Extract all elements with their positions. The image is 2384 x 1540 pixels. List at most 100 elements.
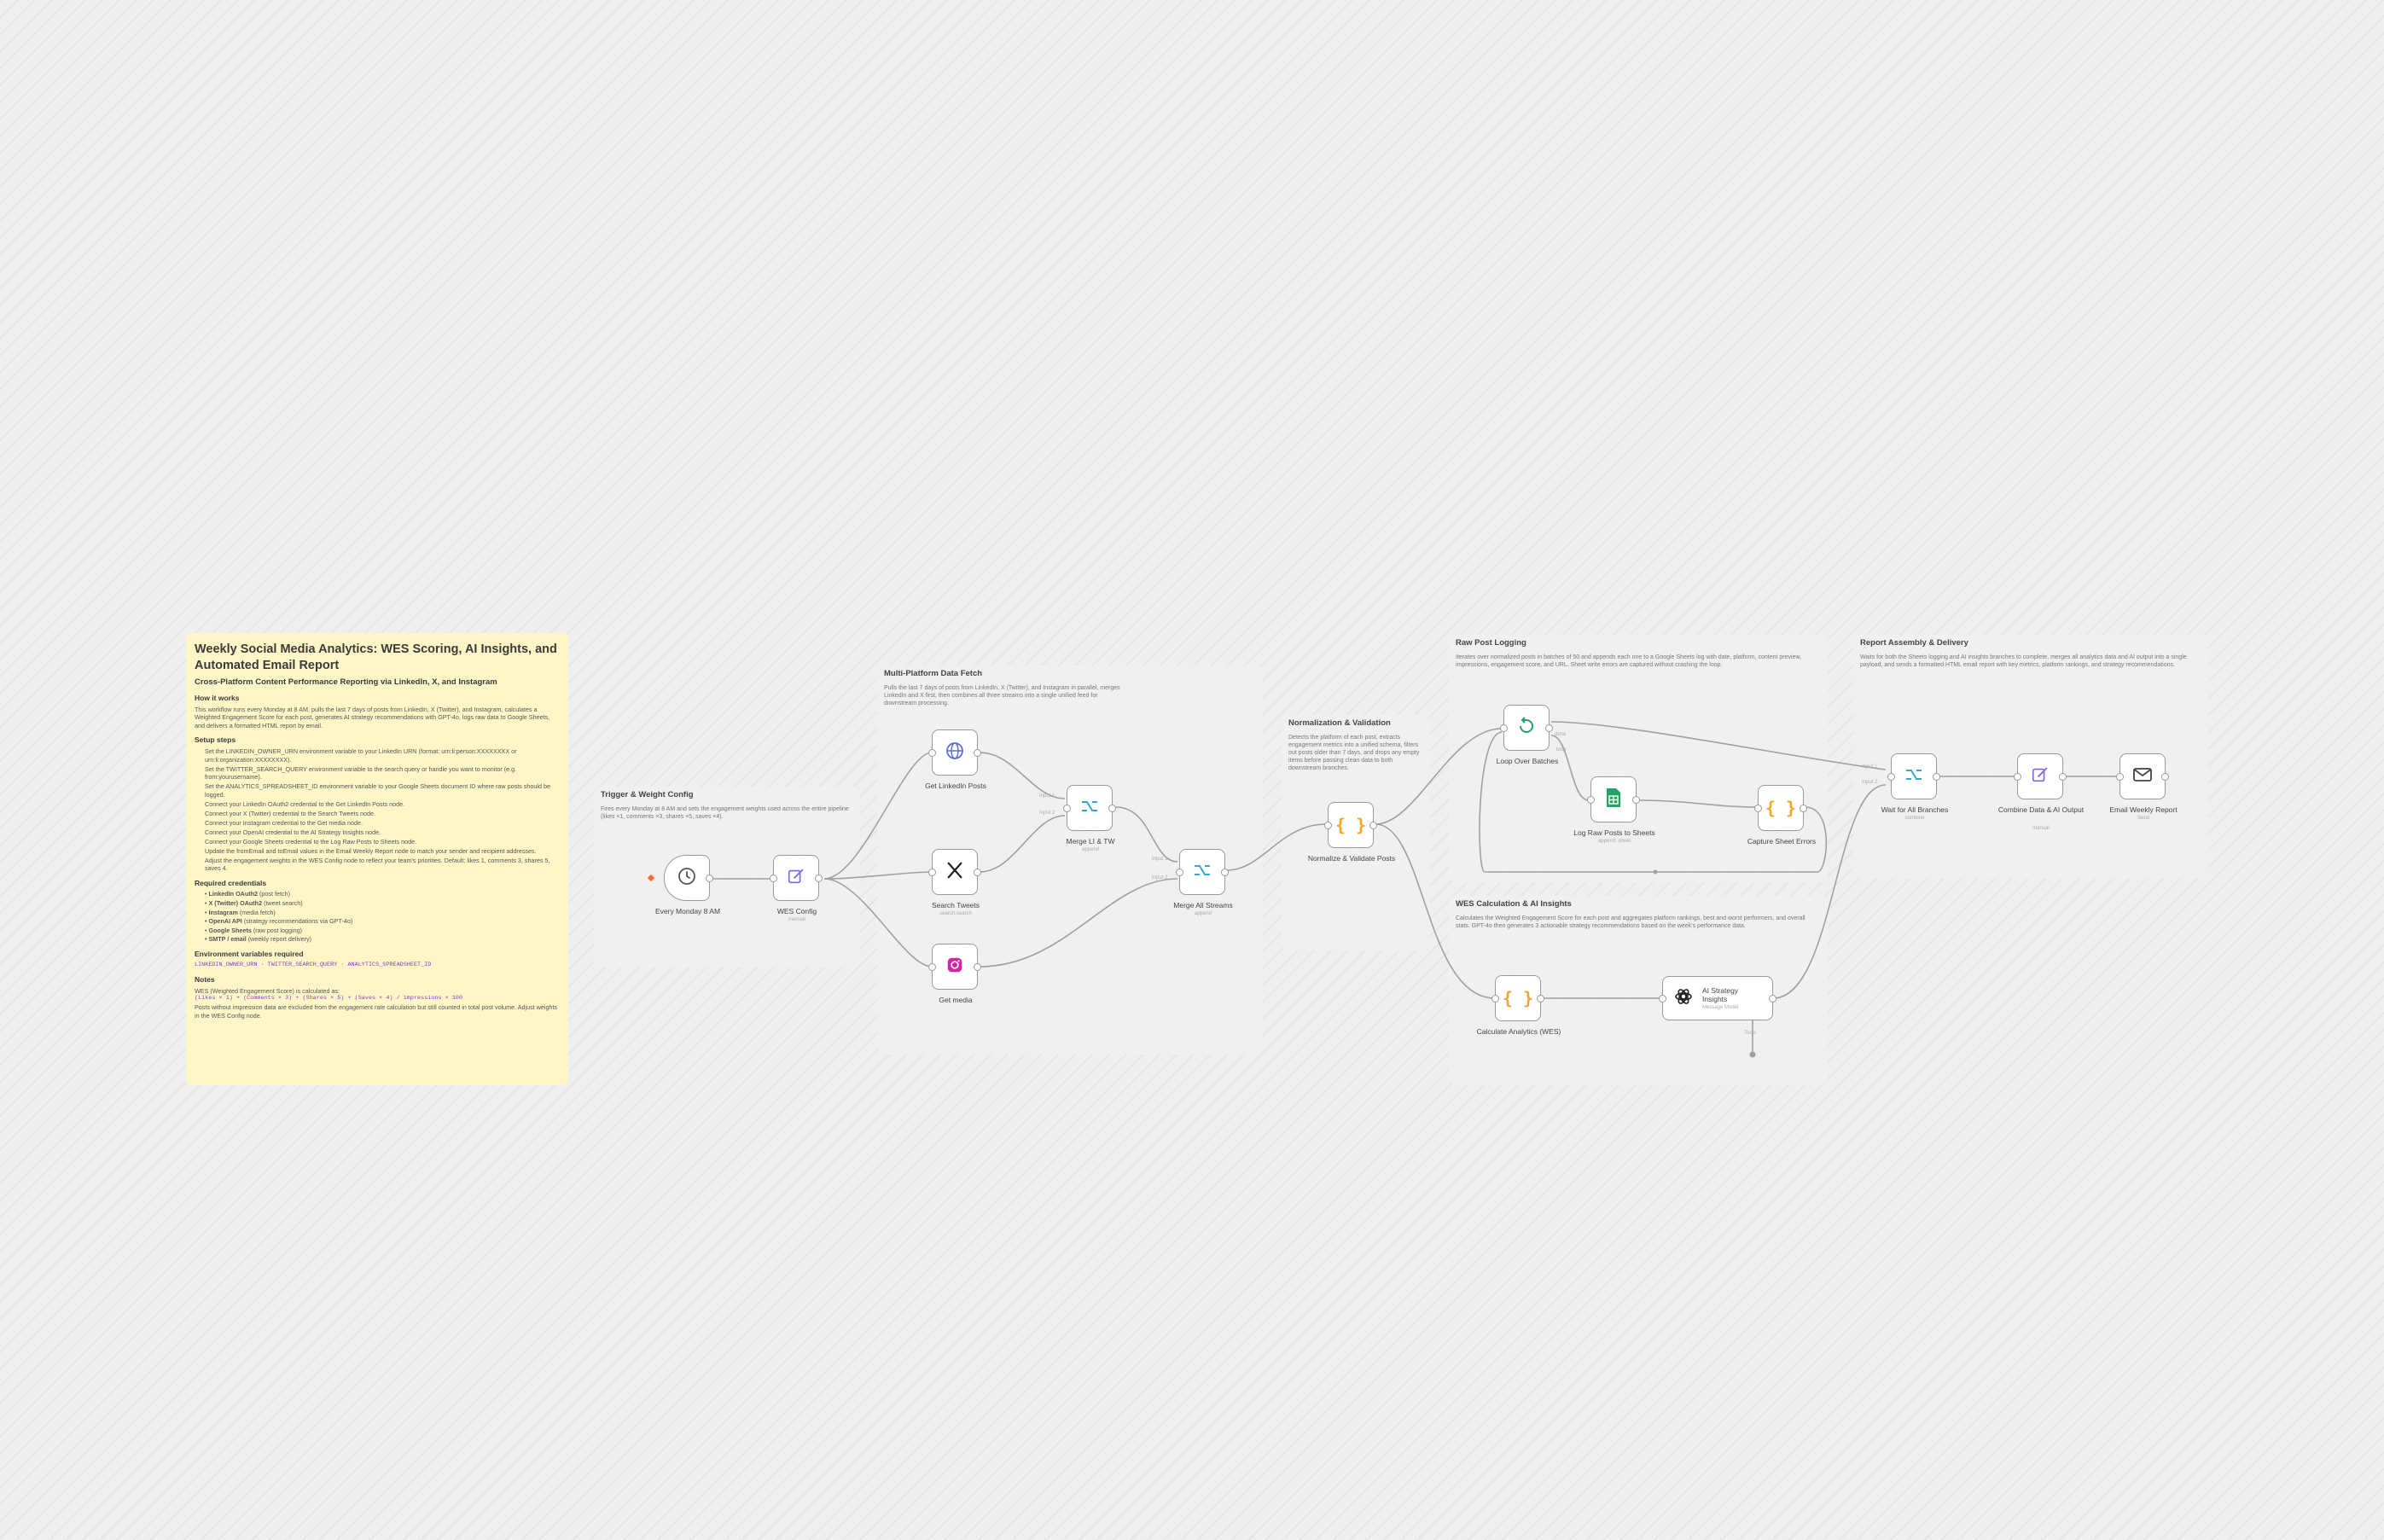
input-port[interactable] — [1491, 995, 1499, 1002]
input-port[interactable] — [928, 869, 936, 876]
edit-icon — [2031, 765, 2050, 788]
merge-icon — [1079, 796, 1100, 821]
edge-label: Input 1 — [1039, 793, 1055, 799]
openai-icon — [1673, 986, 1694, 1011]
edge-label: loop — [1556, 747, 1567, 753]
output-port[interactable] — [2161, 773, 2169, 781]
code-braces-icon: { } — [1334, 815, 1367, 835]
envelope-icon — [2132, 766, 2153, 787]
node-merge-li-tw[interactable]: Merge LI & TW append — [1063, 785, 1116, 852]
output-port[interactable] — [974, 749, 981, 757]
input-port[interactable] — [1587, 796, 1595, 804]
node-label: Merge All Streams — [1173, 901, 1233, 909]
node-label: Log Raw Posts to Sheets — [1573, 828, 1655, 837]
connection — [979, 878, 1178, 968]
output-port[interactable] — [815, 875, 823, 882]
globe-icon — [945, 741, 965, 765]
node-get-media[interactable]: Get media — [928, 944, 981, 1004]
input-port[interactable] — [1063, 805, 1071, 812]
input-port[interactable] — [1887, 773, 1895, 781]
connection — [1115, 806, 1178, 863]
edge-label: Tools — [1744, 1031, 1757, 1036]
input-port[interactable] — [1324, 822, 1332, 829]
node-subtitle: search:search — [939, 911, 972, 916]
node-wait-for-all-branches[interactable]: Wait for All Branches combine — [1881, 753, 1948, 821]
node-subtitle: manual — [2032, 826, 2050, 831]
output-port[interactable] — [1545, 724, 1553, 732]
output-port[interactable] — [1769, 995, 1776, 1002]
output-port[interactable] — [1632, 796, 1640, 804]
node-label: Email Weekly Report — [2109, 805, 2178, 814]
output-port[interactable] — [706, 875, 713, 882]
output-port[interactable] — [1221, 869, 1229, 876]
output-port[interactable] — [1933, 773, 1940, 781]
output-port[interactable] — [1108, 805, 1116, 812]
node-label: Wait for All Branches — [1881, 805, 1949, 814]
node-loop-over-batches[interactable]: Loop Over Batches — [1497, 705, 1558, 765]
edge-label: Input 1 — [1152, 857, 1168, 862]
node-subtitle: append: sheet — [1597, 839, 1631, 844]
node-label: Normalize & Validate Posts — [1307, 854, 1396, 863]
input-port[interactable] — [928, 963, 936, 971]
merge-icon — [1192, 860, 1212, 885]
node-subtitle: manual — [788, 917, 805, 922]
ai-node-text: AI Strategy Insights Message Model — [1702, 986, 1762, 1010]
node-label: Loop Over Batches — [1496, 757, 1559, 765]
connection — [979, 752, 1066, 799]
node-calculate-analytics[interactable]: { } Calculate Analytics (WES) — [1477, 975, 1561, 1036]
output-port[interactable] — [1800, 805, 1807, 812]
node-label: Search Tweets — [931, 901, 980, 909]
node-subtitle: append — [1194, 911, 1212, 916]
input-port[interactable] — [1500, 724, 1508, 732]
node-email-weekly-report[interactable]: Email Weekly Report Send — [2109, 753, 2178, 821]
node-ai-strategy-insights[interactable]: AI Strategy Insights Message Model — [1659, 976, 1776, 1020]
node-subtitle: combine — [1904, 816, 1925, 821]
input-port[interactable] — [770, 875, 777, 882]
output-port[interactable] — [974, 869, 981, 876]
connection — [823, 871, 933, 880]
input-port[interactable] — [1176, 869, 1183, 876]
node-label: Get LinkedIn Posts — [925, 782, 986, 790]
edge-label: Input 2 — [1152, 875, 1168, 880]
input-port[interactable] — [2116, 773, 2124, 781]
input-port[interactable] — [1754, 805, 1762, 812]
connection — [1375, 823, 1496, 999]
connection — [1637, 799, 1757, 808]
output-port[interactable] — [974, 963, 981, 971]
node-wes-config[interactable]: WES Config manual — [770, 855, 823, 922]
edge-label: done — [1555, 732, 1567, 737]
connection — [1226, 823, 1327, 871]
input-port[interactable] — [2014, 773, 2021, 781]
x-logo-icon — [945, 861, 964, 884]
node-search-tweets[interactable]: Search Tweets search:search — [928, 849, 981, 916]
connection-junction — [1749, 1051, 1756, 1058]
node-combine-data-ai[interactable]: Combine Data & AI Output manual — [1998, 753, 2084, 831]
connection — [823, 878, 933, 968]
input-port[interactable] — [928, 749, 936, 757]
node-capture-sheet-errors[interactable]: { } Capture Sheet Errors — [1747, 785, 1816, 846]
code-braces-icon: { } — [1765, 798, 1797, 818]
connection — [1550, 721, 1887, 770]
input-port[interactable] — [1659, 995, 1666, 1002]
loop-icon — [1516, 716, 1537, 741]
node-get-linkedin-posts[interactable]: Get LinkedIn Posts — [925, 729, 986, 790]
node-label: WES Config — [776, 907, 817, 915]
node-normalize-validate[interactable]: { } Normalize & Validate Posts — [1308, 802, 1395, 863]
connection — [1550, 735, 1590, 801]
edge-label: Input 1 — [1862, 764, 1878, 770]
node-label: Calculate Analytics (WES) — [1476, 1027, 1561, 1036]
node-label: Capture Sheet Errors — [1747, 837, 1817, 846]
output-port[interactable] — [1369, 822, 1377, 829]
code-braces-icon: { } — [1502, 988, 1534, 1008]
edge-label: Input 2 — [1039, 811, 1055, 816]
node-log-raw-posts[interactable]: Log Raw Posts to Sheets append: sheet — [1573, 776, 1655, 844]
node-every-monday[interactable]: Every Monday 8 AM — [655, 855, 720, 915]
node-label: Merge LI & TW — [1066, 837, 1115, 846]
node-subtitle: append — [1081, 847, 1100, 852]
node-merge-all-streams[interactable]: Merge All Streams append — [1173, 849, 1233, 916]
node-subtitle: Send — [2137, 816, 2149, 821]
output-port[interactable] — [2059, 773, 2067, 781]
output-port[interactable] — [1537, 995, 1544, 1002]
node-label: AI Strategy Insights — [1702, 986, 1739, 1003]
merge-icon — [1904, 764, 1924, 789]
